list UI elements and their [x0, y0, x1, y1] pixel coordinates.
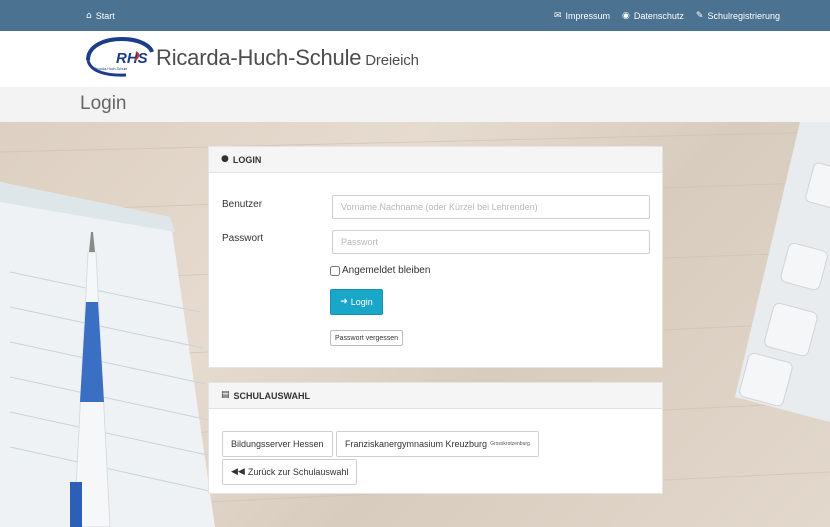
school-heading: SCHULAUSWAHL [233, 390, 311, 401]
login-panel-header: ● LOGIN [209, 147, 662, 173]
remember-checkbox[interactable] [330, 265, 340, 276]
user-input[interactable] [332, 195, 650, 219]
top-navbar: ⌂ Start ✉ Impressum ◉ Datenschutz ✎ Schu… [0, 0, 830, 31]
remember-label: Angemeldet bleiben [342, 265, 431, 276]
institution-icon: ▤ [221, 390, 230, 400]
school-name-label: Bildungsserver Hessen [231, 439, 324, 449]
user-icon: ● [221, 154, 229, 164]
user-label: Benutzer [222, 199, 263, 210]
nav-start-link[interactable]: ⌂ Start [86, 11, 115, 21]
school-selection-panel: ▤ SCHULAUSWAHL Bildungsserver Hessen Fra… [208, 382, 663, 494]
page-title: Login [80, 93, 127, 114]
sign-in-icon: ➜ [340, 296, 348, 307]
login-panel: ● LOGIN Benutzer Passwort Angemeldet ble… [208, 146, 663, 368]
forgot-password-button[interactable]: Passwort vergessen [330, 330, 404, 346]
school-name: Ricarda-Huch-Schule Dreieich [156, 45, 419, 71]
wrench-icon: ✎ [695, 10, 704, 21]
site-header: RHS Ricarda-Huch-Schule Ricarda-Huch-Sch… [0, 31, 830, 87]
back-button-label: Zurück zur Schulauswahl [247, 467, 349, 477]
school-panel-header: ▤ SCHULAUSWAHL [209, 383, 662, 409]
school-logo[interactable]: RHS Ricarda-Huch-Schule [82, 36, 154, 78]
keyboard-illustration [735, 122, 830, 422]
login-button-label: Login [350, 297, 373, 307]
nav-schulregistrierung-label: Schulregistrierung [707, 11, 780, 21]
nav-impressum-link[interactable]: ✉ Impressum [554, 11, 610, 21]
school-button-bildungsserver[interactable]: Bildungsserver Hessen [222, 431, 333, 457]
nav-datenschutz-link[interactable]: ◉ Datenschutz [622, 11, 684, 21]
eye-icon: ◉ [622, 10, 630, 21]
backward-icon: ◀◀ [231, 466, 245, 477]
login-button[interactable]: ➜ Login [330, 289, 383, 315]
password-input[interactable] [332, 230, 650, 254]
nav-impressum-label: Impressum [565, 11, 611, 21]
school-button-franziskaner[interactable]: Franziskanergymnasium Kreuzburg Grosskro… [336, 431, 539, 457]
school-name-label: Franziskanergymnasium Kreuzburg [345, 439, 488, 449]
remember-me[interactable]: Angemeldet bleiben [330, 265, 430, 276]
home-icon: ⌂ [86, 10, 92, 21]
logo-subtext: Ricarda-Huch-Schule [94, 67, 127, 71]
title-strip: Login [0, 87, 830, 122]
school-city: Dreieich [365, 52, 419, 69]
school-location-label: Grosskrotzenburg [490, 441, 530, 447]
nav-schulregistrierung-link[interactable]: ✎ Schulregistrierung [696, 11, 780, 21]
login-heading: LOGIN [232, 154, 262, 165]
envelope-icon: ✉ [553, 10, 562, 21]
password-label: Passwort [222, 233, 264, 244]
school-name-text: Ricarda-Huch-Schule [156, 45, 362, 70]
nav-datenschutz-label: Datenschutz [633, 11, 684, 21]
nav-start-label: Start [95, 11, 115, 21]
logo-text: RHS [116, 50, 148, 67]
nav-right-links: ✉ Impressum ◉ Datenschutz ✎ Schulregistr… [554, 11, 780, 21]
back-to-school-selection-button[interactable]: ◀◀ Zurück zur Schulauswahl [222, 459, 358, 485]
